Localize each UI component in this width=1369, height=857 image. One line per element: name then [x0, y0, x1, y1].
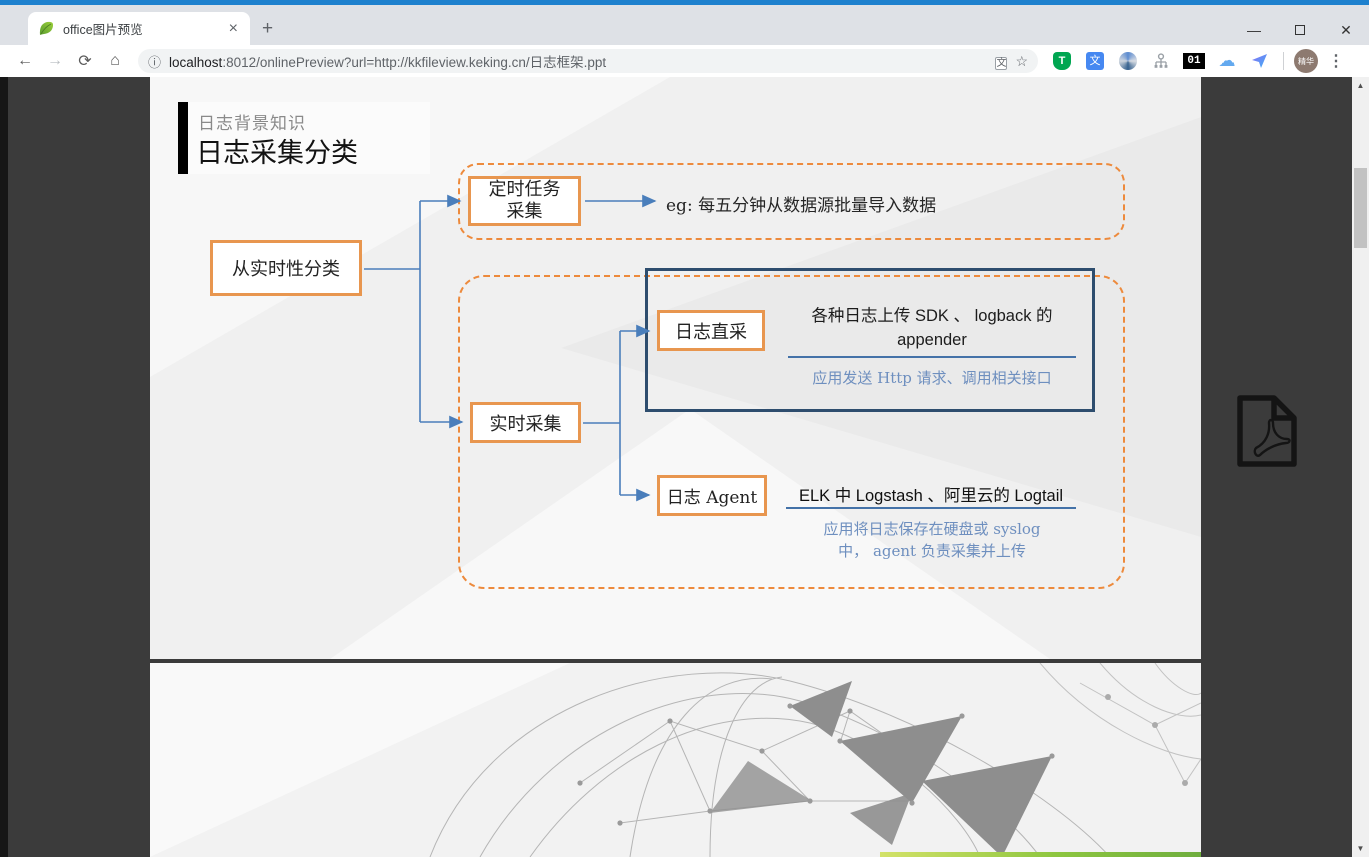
scrollbar-thumb[interactable]: [1354, 168, 1367, 248]
translate-glyph: 文: [995, 57, 1007, 70]
slide-title: 日志采集分类: [196, 131, 358, 170]
address-bar[interactable]: ⓘ localhost:8012/onlinePreview?url=http:…: [138, 49, 1038, 73]
translate-extension-icon[interactable]: 文: [1085, 51, 1105, 71]
maximize-button[interactable]: [1277, 10, 1323, 50]
node-root: 从实时性分类: [210, 240, 362, 296]
extensions-row: T 文 01 ☁: [1052, 51, 1270, 71]
translate-page-icon[interactable]: 文: [995, 53, 1007, 70]
slide2-green-strip: [880, 852, 1201, 857]
url-path: :8012/onlinePreview?url=http://kkfilevie…: [222, 55, 606, 70]
scroll-up-icon[interactable]: ▲: [1352, 77, 1369, 94]
swirl-glyph: [1119, 52, 1137, 70]
left-edge-strip: [0, 77, 8, 857]
cloud-extension-icon[interactable]: ☁: [1217, 51, 1237, 71]
agent-note-line1: 应用将日志保存在硬盘或 syslog: [782, 518, 1082, 540]
profile-avatar[interactable]: 精华: [1294, 49, 1318, 73]
leaf-favicon-icon: [38, 20, 55, 37]
browser-window: office图片预览 × + — ✕ ← → ⟳ ⌂ ⓘ localhost:8…: [0, 0, 1369, 857]
node-direct-collect: 日志直采: [657, 310, 765, 351]
page-info-icon[interactable]: ⓘ: [148, 52, 161, 71]
vertical-scrollbar[interactable]: ▲ ▼: [1352, 77, 1369, 857]
url-text: localhost:8012/onlinePreview?url=http://…: [169, 51, 987, 71]
window-controls: — ✕: [1231, 10, 1369, 50]
translate-ext-glyph: 文: [1086, 52, 1104, 70]
slide-preview-1: 日志背景知识 日志采集分类: [150, 77, 1201, 659]
direct-collect-note: 应用发送 Http 请求、调用相关接口: [782, 367, 1082, 388]
close-button[interactable]: ✕: [1323, 10, 1369, 50]
node-log-agent: 日志 Agent: [657, 475, 767, 516]
node-realtime-collect: 实时采集: [470, 402, 581, 443]
back-icon[interactable]: ←: [10, 52, 40, 70]
browser-tab[interactable]: office图片预览 ×: [28, 12, 250, 45]
tab-title: office图片预览: [63, 19, 227, 38]
maximize-icon: [1295, 25, 1305, 35]
scroll-down-icon[interactable]: ▼: [1352, 840, 1369, 857]
tampermonkey-extension-icon[interactable]: T: [1052, 51, 1072, 71]
forward-icon[interactable]: →: [40, 52, 70, 70]
minimize-button[interactable]: —: [1231, 10, 1277, 50]
slide-preview-2: [150, 663, 1201, 857]
agent-title: ELK 中 Logstash 、阿里云的 Logtail: [776, 482, 1086, 506]
cloud-glyph: ☁: [1219, 52, 1236, 70]
tab-bar: office图片预览 × + — ✕: [0, 5, 1369, 45]
browser-menu-icon[interactable]: ⋮: [1328, 51, 1344, 71]
tab-close-icon[interactable]: ×: [227, 21, 240, 37]
url-host: localhost: [169, 55, 222, 70]
node-timed-line1: 定时任务: [489, 179, 561, 201]
bird-glyph: [1251, 52, 1269, 70]
direct-underline: [788, 356, 1076, 358]
bookmark-star-icon[interactable]: ☆: [1015, 53, 1028, 70]
header-accent-bar: [178, 102, 188, 174]
sitemap-glyph: [1153, 53, 1169, 69]
agent-underline: [786, 507, 1076, 509]
page-content: 日志背景知识 日志采集分类: [0, 77, 1369, 857]
sitemap-extension-icon[interactable]: [1151, 51, 1171, 71]
reload-icon[interactable]: ⟳: [70, 51, 100, 71]
timed-example-text: eg: 每五分钟从数据源批量导入数据: [666, 191, 936, 216]
tampermonkey-glyph: T: [1053, 52, 1071, 70]
pdf-download-icon[interactable]: [1232, 393, 1302, 469]
bird-extension-icon[interactable]: [1250, 51, 1270, 71]
slide-header: 日志背景知识 日志采集分类: [178, 102, 430, 174]
direct-collect-title: 各种日志上传 SDK 、 logback 的 appender: [782, 304, 1082, 352]
01-glyph: 01: [1183, 53, 1205, 69]
01-extension-icon[interactable]: 01: [1184, 51, 1204, 71]
node-timed-line2: 采集: [507, 201, 543, 223]
swirl-extension-icon[interactable]: [1118, 51, 1138, 71]
node-timed-collect: 定时任务 采集: [468, 176, 581, 226]
agent-note: 应用将日志保存在硬盘或 syslog 中， agent 负责采集并上传: [782, 518, 1082, 562]
browser-toolbar: ← → ⟳ ⌂ ⓘ localhost:8012/onlinePreview?u…: [0, 45, 1369, 77]
home-icon[interactable]: ⌂: [100, 52, 130, 70]
new-tab-button[interactable]: +: [262, 18, 273, 40]
toolbar-divider: [1283, 52, 1284, 70]
agent-note-line2: 中， agent 负责采集并上传: [782, 540, 1082, 562]
